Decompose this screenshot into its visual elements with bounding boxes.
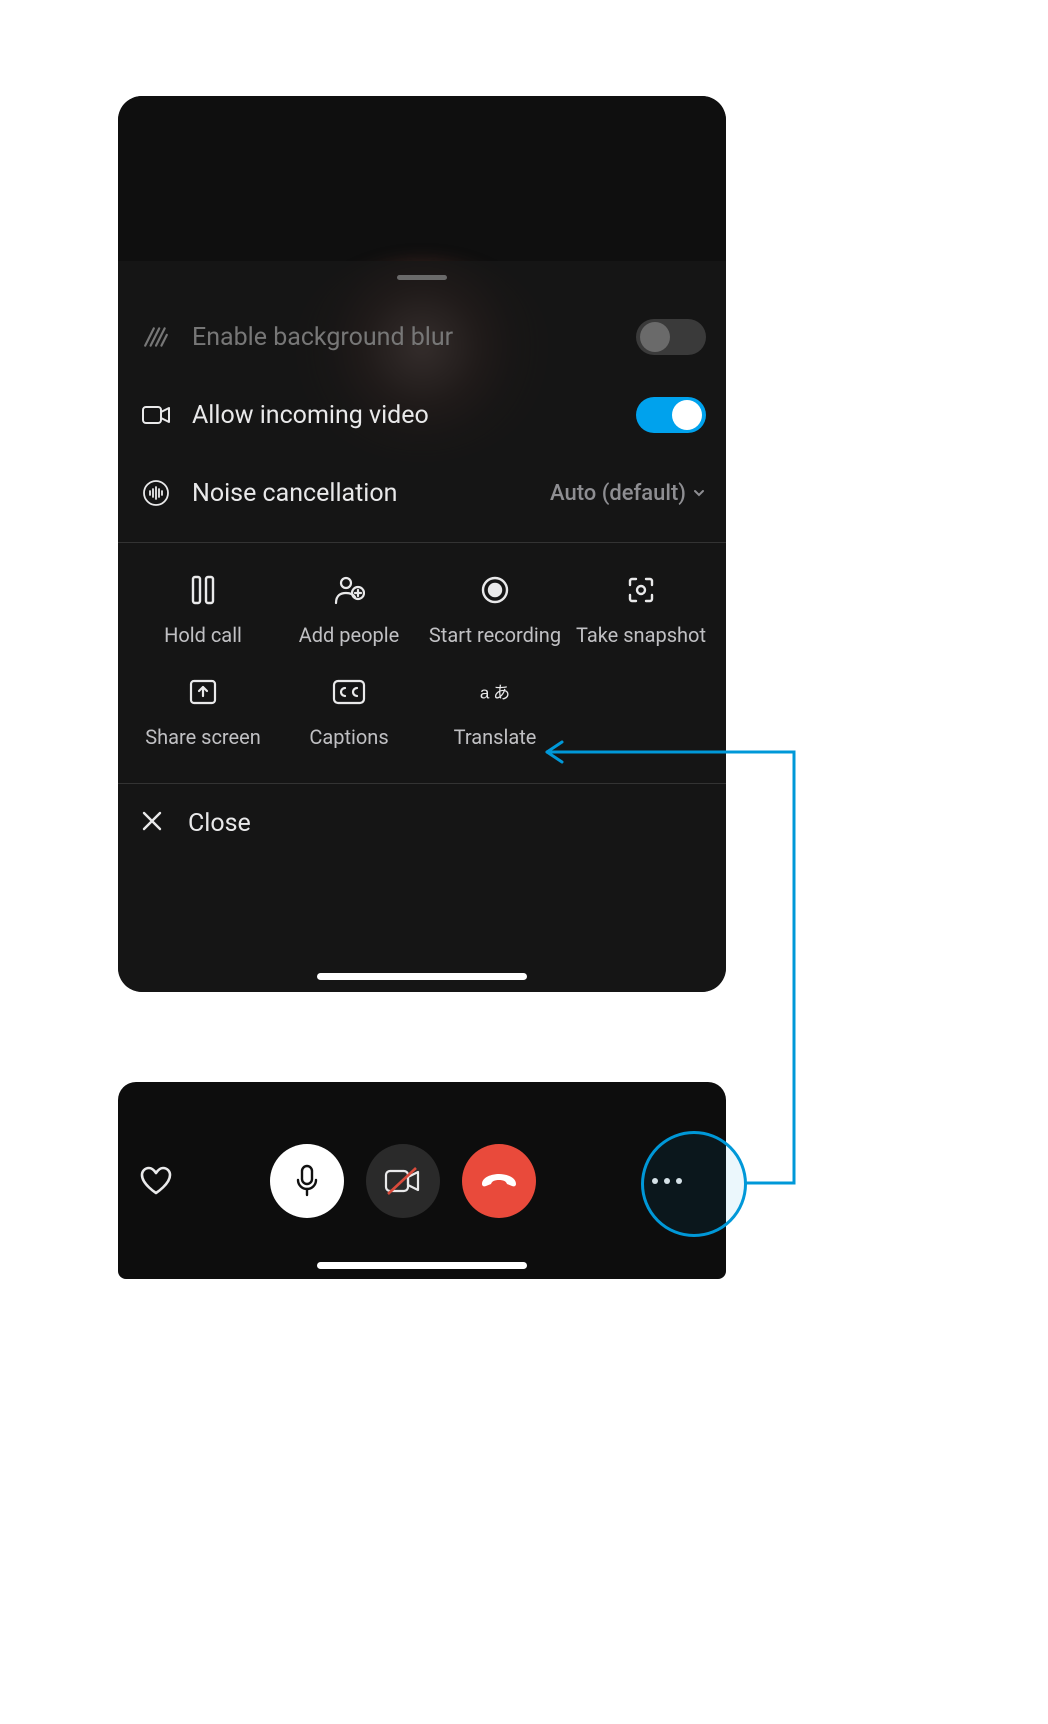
action-hold-call[interactable]: Hold call xyxy=(130,573,276,647)
option-noise-cancellation[interactable]: Noise cancellation Auto (default) xyxy=(118,454,726,532)
action-start-recording[interactable]: Start recording xyxy=(422,573,568,647)
action-grid: Hold call Add people xyxy=(118,543,726,773)
video-toggle[interactable] xyxy=(636,397,706,433)
callout-highlight-circle xyxy=(641,1131,747,1237)
blur-icon xyxy=(138,324,174,350)
call-controls xyxy=(176,1144,630,1218)
close-button[interactable]: Close xyxy=(118,784,726,862)
dropdown-value-text: Auto (default) xyxy=(550,481,686,506)
call-settings-screenshot: Enable background blur Allow incoming vi… xyxy=(118,96,726,992)
mic-button[interactable] xyxy=(270,1144,344,1218)
translate-icon: a あ xyxy=(478,675,512,709)
svg-text:あ: あ xyxy=(493,684,510,703)
heart-icon xyxy=(139,1166,173,1196)
action-sheet: Enable background blur Allow incoming vi… xyxy=(118,261,726,992)
toggle-thumb xyxy=(640,322,670,352)
camera-button[interactable] xyxy=(366,1144,440,1218)
video-icon xyxy=(138,404,174,426)
pause-icon xyxy=(186,573,220,607)
hangup-button[interactable] xyxy=(462,1144,536,1218)
home-indicator[interactable] xyxy=(317,973,527,980)
action-share-screen[interactable]: Share screen xyxy=(130,675,276,749)
action-label: Hold call xyxy=(164,623,242,647)
person-add-icon xyxy=(332,573,366,607)
hangup-icon xyxy=(479,1172,519,1190)
mic-icon xyxy=(294,1164,320,1198)
action-translate[interactable]: a あ Translate xyxy=(422,675,568,749)
snapshot-icon xyxy=(624,573,658,607)
chevron-down-icon xyxy=(692,486,706,500)
noise-icon xyxy=(138,479,174,507)
action-take-snapshot[interactable]: Take snapshot xyxy=(568,573,714,647)
action-label: Start recording xyxy=(429,623,561,647)
action-label: Share screen xyxy=(145,725,261,749)
action-captions[interactable]: Captions xyxy=(276,675,422,749)
home-indicator[interactable] xyxy=(317,1262,527,1269)
captions-icon xyxy=(332,675,366,709)
option-background-blur: Enable background blur xyxy=(118,298,726,376)
option-label: Allow incoming video xyxy=(192,401,636,430)
option-label: Enable background blur xyxy=(192,323,636,352)
action-label: Take snapshot xyxy=(576,623,706,647)
action-label: Captions xyxy=(309,725,388,749)
blur-toggle[interactable] xyxy=(636,319,706,355)
action-label: Add people xyxy=(299,623,400,647)
toggle-thumb xyxy=(672,400,702,430)
record-icon xyxy=(478,573,512,607)
video-off-icon xyxy=(384,1166,422,1196)
option-label: Noise cancellation xyxy=(192,479,550,508)
noise-dropdown[interactable]: Auto (default) xyxy=(550,481,706,506)
share-screen-icon xyxy=(186,675,220,709)
react-button[interactable] xyxy=(136,1166,176,1196)
option-incoming-video[interactable]: Allow incoming video xyxy=(118,376,726,454)
close-icon xyxy=(140,809,164,837)
video-area xyxy=(118,96,726,261)
call-bar-screenshot xyxy=(118,1082,726,1279)
svg-text:a: a xyxy=(480,684,490,703)
action-add-people[interactable]: Add people xyxy=(276,573,422,647)
action-label: Translate xyxy=(454,725,537,749)
close-label: Close xyxy=(188,809,251,838)
sheet-drag-handle[interactable] xyxy=(397,275,447,280)
